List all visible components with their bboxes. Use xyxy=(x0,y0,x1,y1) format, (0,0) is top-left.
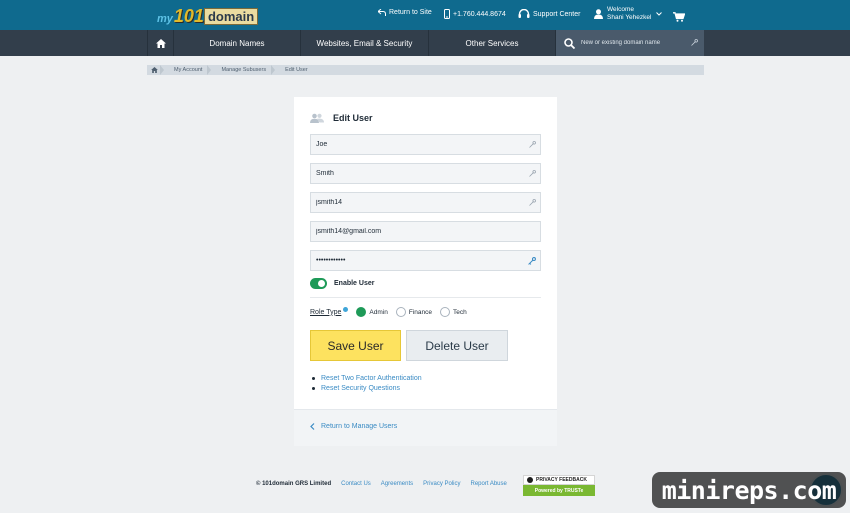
chat-bubble-icon xyxy=(527,477,533,483)
first-name-input[interactable] xyxy=(316,141,516,148)
role-finance-label: Finance xyxy=(408,308,432,316)
top-bar: my 101 domain Return to Site +1.760.444.… xyxy=(0,0,850,30)
nav-websites-email-security[interactable]: Websites, Email & Security xyxy=(301,30,429,56)
enable-user-row: Enable User xyxy=(310,278,374,289)
role-admin-radio[interactable]: Admin xyxy=(356,307,388,317)
privacy-feedback: PRIVACY FEEDBACK xyxy=(523,475,595,485)
radio-selected-icon xyxy=(356,307,367,317)
welcome-label: Welcome xyxy=(607,6,634,13)
username-field xyxy=(310,192,541,213)
home-button[interactable] xyxy=(147,30,174,56)
account-menu[interactable]: Welcome Shani Yehezkel xyxy=(594,6,663,22)
logo-domain: domain xyxy=(203,8,259,25)
footer-contact-link[interactable]: Contact Us xyxy=(341,481,371,487)
cart-icon xyxy=(673,12,686,22)
home-icon xyxy=(155,38,166,48)
delete-user-button[interactable]: Delete User xyxy=(406,330,508,361)
copyright: © 101domain GRS Limited xyxy=(256,481,332,487)
support-center-link[interactable]: Support Center xyxy=(518,9,580,19)
role-tech-label: Tech xyxy=(452,308,467,316)
return-icon xyxy=(378,9,386,16)
enable-user-label: Enable User xyxy=(334,280,375,287)
nav-domain-names-label: Domain Names xyxy=(209,38,265,48)
first-name-field xyxy=(310,134,541,155)
breadcrumb-label: Edit User xyxy=(285,67,308,73)
search-icon[interactable] xyxy=(564,37,575,49)
password-field xyxy=(310,250,541,271)
nav-other-services[interactable]: Other Services xyxy=(429,30,556,56)
card-title: Edit User xyxy=(310,113,373,123)
main-nav: Domain Names Websites, Email & Security … xyxy=(0,30,850,56)
return-label: Return to Site xyxy=(389,9,432,16)
support-label: Support Center xyxy=(533,10,581,18)
return-to-manage-users-link[interactable]: Return to Manage Users xyxy=(310,423,397,430)
breadcrumb-label: Manage Subusers xyxy=(221,67,267,73)
phone-number: +1.760.444.8674 xyxy=(453,10,506,18)
last-name-input[interactable] xyxy=(316,170,516,177)
nav-domain-names[interactable]: Domain Names xyxy=(174,30,301,56)
save-user-button[interactable]: Save User xyxy=(310,330,401,361)
footer-privacy-link[interactable]: Privacy Policy xyxy=(423,481,460,487)
autofill-key-icon[interactable] xyxy=(529,170,536,177)
cart-button[interactable] xyxy=(673,9,686,27)
users-icon xyxy=(310,113,324,123)
logo[interactable]: my 101 domain xyxy=(157,3,259,26)
logo-number: 101 xyxy=(173,6,204,26)
role-finance-radio[interactable]: Finance xyxy=(395,307,432,317)
last-name-field xyxy=(310,163,541,184)
phone-icon xyxy=(444,9,450,19)
radio-empty-icon xyxy=(439,307,450,317)
truste-badge[interactable]: PRIVACY FEEDBACK Powered by TRUSTe xyxy=(523,475,595,497)
home-icon xyxy=(151,67,158,73)
powered-by-truste: Powered by TRUSTe xyxy=(523,485,595,496)
domain-search xyxy=(556,30,704,56)
domain-search-input[interactable] xyxy=(581,40,691,46)
email-input[interactable] xyxy=(316,228,516,235)
reset-security-questions-link[interactable]: Reset Security Questions xyxy=(310,384,422,394)
password-input[interactable] xyxy=(316,257,516,264)
role-admin-label: Admin xyxy=(369,308,388,316)
chevron-left-icon xyxy=(310,423,315,430)
watermark: minireps.com xyxy=(652,472,846,508)
username-input[interactable] xyxy=(316,199,516,206)
phone-link[interactable]: +1.760.444.8674 xyxy=(444,9,506,19)
logo-my: my xyxy=(157,13,173,25)
role-type-row: Role Type Admin Finance Tech xyxy=(310,307,467,317)
autofill-key-icon[interactable] xyxy=(528,257,536,265)
account-actions-list: Reset Two Factor Authentication Reset Se… xyxy=(310,374,422,393)
autofill-key-icon[interactable] xyxy=(691,39,698,46)
nav-other-services-label: Other Services xyxy=(465,38,519,48)
breadcrumb-my-account[interactable]: My Account xyxy=(164,65,212,75)
email-field xyxy=(310,221,541,242)
autofill-key-icon[interactable] xyxy=(529,141,536,148)
role-tech-radio[interactable]: Tech xyxy=(439,307,467,317)
breadcrumb: My Account Manage Subusers Edit User xyxy=(147,65,704,75)
breadcrumb-label: My Account xyxy=(174,67,203,73)
welcome-text: Welcome Shani Yehezkel xyxy=(607,6,651,22)
edit-user-card: Edit User Enable User Role Type Admin Fi… xyxy=(294,97,557,446)
breadcrumb-home[interactable] xyxy=(147,65,164,75)
autofill-key-icon[interactable] xyxy=(529,199,536,206)
user-name: Shani Yehezkel xyxy=(607,14,652,21)
reset-2fa-link[interactable]: Reset Two Factor Authentication xyxy=(310,374,422,384)
role-type-label: Role Type xyxy=(310,308,342,316)
footer-report-abuse-link[interactable]: Report Abuse xyxy=(471,481,507,487)
return-to-site-link[interactable]: Return to Site xyxy=(378,9,432,16)
help-icon[interactable] xyxy=(343,307,349,312)
breadcrumb-manage-subusers[interactable]: Manage Subusers xyxy=(211,65,275,75)
breadcrumb-edit-user: Edit User xyxy=(275,65,317,75)
return-to-manage-users-label: Return to Manage Users xyxy=(321,423,398,430)
card-title-text: Edit User xyxy=(333,113,373,123)
privacy-feedback-label: PRIVACY FEEDBACK xyxy=(536,477,587,483)
page-footer: © 101domain GRS Limited Contact Us Agree… xyxy=(256,481,517,487)
nav-websites-label: Websites, Email & Security xyxy=(316,38,413,48)
user-icon xyxy=(594,9,603,19)
radio-empty-icon xyxy=(395,307,406,317)
divider xyxy=(310,297,541,298)
headset-icon xyxy=(518,9,530,18)
chevron-down-icon xyxy=(656,12,663,16)
enable-user-toggle[interactable] xyxy=(310,278,327,289)
footer-agreements-link[interactable]: Agreements xyxy=(381,481,413,487)
